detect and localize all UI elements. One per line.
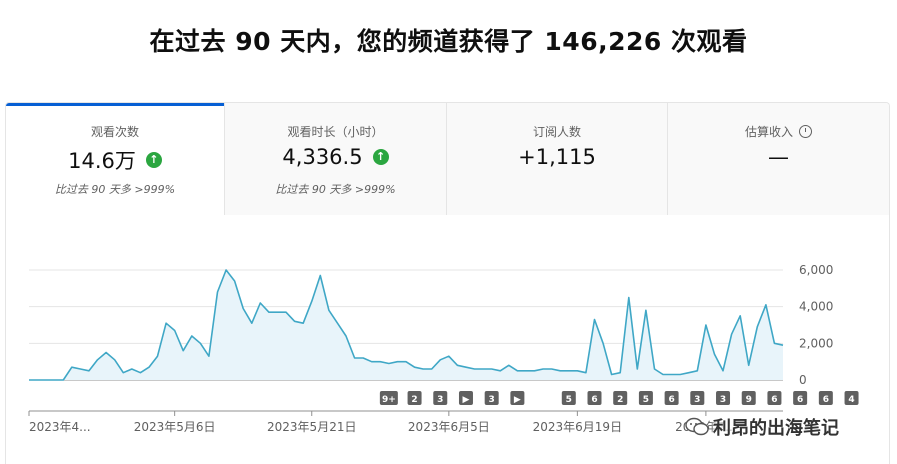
event-marker-label: 2 — [411, 395, 417, 405]
tab-watch-time[interactable]: 观看时长（小时） 4,336.5 ↑ 比过去 90 天多 >999% — [225, 103, 447, 215]
tab-revenue-label-row: 估算收入 — [668, 123, 889, 140]
tab-revenue-value: — — [768, 145, 789, 169]
area-fill — [29, 270, 783, 380]
y-tick-label: 6,000 — [799, 263, 833, 277]
y-tick-label: 2,000 — [799, 336, 833, 350]
event-marker-label: 3 — [720, 395, 726, 405]
wechat-icon — [685, 417, 709, 437]
clock-icon[interactable] — [799, 125, 812, 138]
tab-views-label: 观看次数 — [90, 125, 139, 139]
event-marker-label: 9+ — [382, 395, 396, 405]
event-marker-label: 3 — [694, 395, 700, 405]
watermark: 利昂的出海笔记 — [685, 414, 839, 440]
x-tick-label: 2023年5月6日 — [134, 420, 216, 434]
x-tick-label: 2023年6月5日 — [408, 420, 490, 434]
arrow-up-icon: ↑ — [145, 152, 162, 168]
event-marker-label: 6 — [797, 395, 803, 405]
tab-views[interactable]: 观看次数 14.6万 ↑ 比过去 90 天多 >999% — [6, 103, 225, 215]
y-tick-label: 4,000 — [799, 300, 833, 314]
event-marker-label: 9 — [746, 395, 752, 405]
metric-tabs: 观看次数 14.6万 ↑ 比过去 90 天多 >999% 观看时长（小时） 4,… — [6, 103, 889, 215]
event-marker-label: ▶ — [514, 395, 521, 405]
x-tick-label: 2023年6月19日 — [533, 420, 622, 434]
x-tick-label: 2023年4... — [29, 420, 91, 434]
page-title: 在过去 90 天内，您的频道获得了 146,226 次观看 — [149, 27, 748, 56]
event-marker-label: 6 — [771, 395, 777, 405]
tab-revenue-value-row: — — [668, 145, 889, 169]
event-marker-label: 5 — [566, 395, 572, 405]
tab-watch-time-compare: 比过去 90 天多 >999% — [275, 183, 396, 196]
event-marker-label: 4 — [848, 395, 854, 405]
y-tick-label: 0 — [799, 373, 807, 387]
tab-views-value-row: 14.6万 ↑ — [6, 145, 224, 175]
tab-revenue-label: 估算收入 — [744, 125, 793, 139]
tab-revenue[interactable]: 估算收入 — — [668, 103, 889, 215]
tab-subscribers-label: 订阅人数 — [532, 125, 581, 139]
analytics-card: 观看次数 14.6万 ↑ 比过去 90 天多 >999% 观看时长（小时） 4,… — [5, 102, 890, 464]
tab-views-value: 14.6万 — [68, 149, 136, 173]
tab-views-compare: 比过去 90 天多 >999% — [54, 183, 176, 196]
x-tick-label: 2023年5月21日 — [267, 420, 356, 434]
event-marker-label: 6 — [591, 395, 597, 405]
event-marker-label: ▶ — [463, 395, 470, 405]
event-marker-label: 6 — [823, 395, 829, 405]
tab-subscribers[interactable]: 订阅人数 +1,115 — [447, 103, 668, 215]
tab-watch-time-label: 观看时长（小时） — [287, 125, 384, 139]
tab-watch-time-value: 4,336.5 — [282, 145, 363, 169]
arrow-up-icon: ↑ — [372, 149, 389, 165]
event-marker-label: 2 — [617, 395, 623, 405]
watermark-text: 利昂的出海笔记 — [713, 418, 839, 439]
tab-subscribers-value-row: +1,115 — [447, 145, 667, 169]
tab-subscribers-value: +1,115 — [518, 145, 596, 169]
event-marker-label: 5 — [643, 395, 649, 405]
event-marker-label: 3 — [437, 395, 443, 405]
event-marker-label: 3 — [489, 395, 495, 405]
tab-watch-time-value-row: 4,336.5 ↑ — [225, 145, 446, 169]
event-marker-label: 6 — [668, 395, 674, 405]
